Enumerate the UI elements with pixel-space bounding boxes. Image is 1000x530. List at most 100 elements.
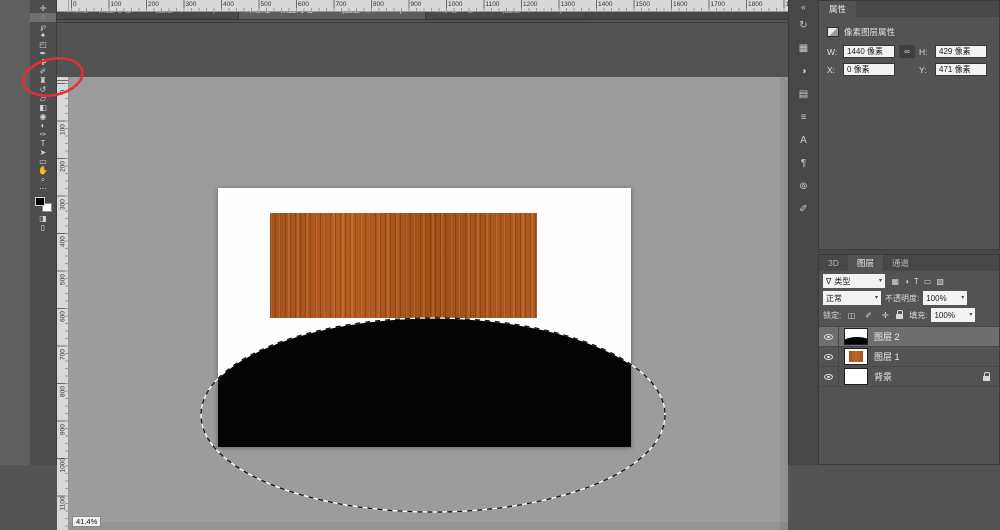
layer-row[interactable]: 背景 (819, 367, 999, 387)
ruler-label: 800 (59, 386, 68, 398)
quick-selection-tool[interactable]: ✦ (30, 31, 56, 40)
fill-dropdown[interactable]: 100% (931, 308, 975, 322)
color-swatches[interactable] (35, 197, 52, 212)
history-brush-tool[interactable]: ↺ (30, 85, 56, 94)
character-panel-icon[interactable]: A (789, 129, 818, 152)
lock-row: 锁定: ◫✐✛ 填充: 100% (823, 308, 995, 322)
tool-bar: ✛◌℘✦◰✒✚✐♜↺▱◧◉◐✑T➤▭✋⌕⋯ ◨▯ (30, 0, 57, 465)
ruler-corner[interactable] (57, 0, 69, 12)
pixel-layer-icon (827, 27, 839, 37)
ruler-label: 1700 (711, 1, 725, 8)
x-field[interactable]: 0 像素 (843, 63, 895, 76)
filter-label: 类型 (834, 275, 850, 288)
dodge-tool[interactable]: ◐ (30, 121, 56, 130)
lock-all-icon[interactable] (896, 314, 903, 319)
filter-type-layers-icon[interactable]: T (914, 277, 919, 286)
move-tool[interactable]: ✛ (30, 4, 56, 13)
ruler-label: 100 (59, 123, 68, 135)
crop-tool[interactable]: ◰ (30, 40, 56, 49)
layer-filter-dropdown[interactable]: ∇ 类型 (823, 274, 885, 288)
edit-toolbar-button[interactable]: ⋯ (30, 184, 56, 193)
ruler-label: 1000 (448, 1, 462, 8)
libraries-panel-icon[interactable]: ≡ (789, 106, 818, 129)
horizontal-scrollbar[interactable] (69, 522, 788, 530)
pen-tool[interactable]: ✑ (30, 130, 56, 139)
link-dimensions-button[interactable]: ∞ (899, 45, 915, 58)
history-panel-icon[interactable]: ↻ (789, 14, 818, 37)
lock-image-pixels-icon[interactable]: ✐ (865, 311, 872, 320)
visibility-toggle[interactable] (819, 327, 839, 347)
blur-tool[interactable]: ◉ (30, 112, 56, 121)
position-row: X: 0 像素 Y: 471 像素 (827, 63, 991, 76)
zoom-level-field[interactable]: 41.4% (72, 516, 101, 527)
h-field[interactable]: 429 像素 (935, 45, 987, 58)
gradient-tool[interactable]: ◧ (30, 103, 56, 112)
paragraph-panel-icon[interactable]: ¶ (789, 152, 818, 175)
adjustments-panel-icon[interactable]: ◑ (789, 60, 818, 83)
elliptical-marquee-tool[interactable]: ◌ (30, 13, 56, 22)
document-canvas[interactable] (218, 188, 631, 447)
filter-shape-layers-icon[interactable]: ▭ (924, 277, 932, 286)
clone-source-panel-icon[interactable]: ⊚ (789, 175, 818, 198)
quick-mask-button[interactable]: ◨ (30, 214, 56, 223)
ruler-label: 1600 (673, 1, 687, 8)
w-field[interactable]: 1440 像素 (843, 45, 895, 58)
hand-tool[interactable]: ✋ (30, 166, 56, 175)
tab-properties[interactable]: 属性 (819, 1, 856, 17)
eye-icon (824, 334, 833, 340)
ruler-label: 1000 (59, 461, 68, 473)
tab-3D[interactable]: 3D (819, 255, 848, 271)
styles-panel-icon[interactable]: ▤ (789, 83, 818, 106)
path-selection-tool[interactable]: ➤ (30, 148, 56, 157)
visibility-toggle[interactable] (819, 367, 839, 387)
layer-name: 图层 2 (874, 330, 900, 343)
vertical-ruler[interactable]: 010020030040050060070080090010001100 (57, 77, 69, 530)
horizontal-ruler[interactable]: 0100200300400500600700800900100011001200… (69, 0, 788, 12)
properties-header-row: 像素图层属性 (827, 26, 991, 38)
lock-icons: ◫ ✐ ✛ (845, 311, 903, 320)
layer-row[interactable]: 图层 1 (819, 347, 999, 367)
swatches-panel-icon[interactable]: ▦ (789, 37, 818, 60)
tool-list: ✛◌℘✦◰✒✚✐♜↺▱◧◉◐✑T➤▭✋⌕⋯ ◨▯ (30, 0, 56, 232)
screen-mode-button[interactable]: ▯ (30, 223, 56, 232)
rectangle-tool[interactable]: ▭ (30, 157, 56, 166)
eraser-tool[interactable]: ▱ (30, 94, 56, 103)
ruler-label: 400 (59, 236, 68, 248)
clone-stamp-tool[interactable]: ♜ (30, 76, 56, 85)
lasso-tool[interactable]: ℘ (30, 22, 56, 31)
filter-smart-objects-icon[interactable]: ▧ (936, 277, 944, 286)
layer-thumbnail[interactable] (844, 328, 868, 345)
brush-tool[interactable]: ✐ (30, 67, 56, 76)
spot-healing-brush-tool[interactable]: ✚ (30, 58, 56, 67)
canvas-area[interactable]: 41.4% (69, 77, 788, 530)
properties-panel: 属性 像素图层属性 W: 1440 像素 ∞ H: 429 像素 X: 0 像素… (818, 0, 1000, 250)
layer-thumbnail[interactable] (844, 348, 868, 365)
collapse-panels-icon[interactable]: « (789, 0, 818, 14)
eye-icon (824, 374, 833, 380)
brush-settings-panel-icon[interactable]: ✐ (789, 198, 818, 221)
vertical-scrollbar[interactable] (780, 77, 788, 530)
filter-pixel-layers-icon[interactable]: ▦ (892, 277, 900, 286)
layer-row[interactable]: 图层 2 (819, 327, 999, 347)
ruler-label: 1200 (523, 1, 537, 8)
eyedropper-tool[interactable]: ✒ (30, 49, 56, 58)
lock-transparent-pixels-icon[interactable]: ◫ (848, 311, 856, 320)
foreground-color-swatch[interactable] (35, 197, 45, 206)
opacity-dropdown[interactable]: 100% (923, 291, 967, 305)
blend-mode-dropdown[interactable]: 正常 (823, 291, 881, 305)
y-field[interactable]: 471 像素 (935, 63, 987, 76)
ruler-label: 400 (223, 1, 234, 8)
layer-thumbnail[interactable] (844, 368, 868, 385)
fill-label: 填充: (909, 310, 927, 321)
ruler-label: 700 (59, 348, 68, 360)
zoom-tool[interactable]: ⌕ (30, 175, 56, 184)
lock-icon (983, 376, 990, 381)
tab-通道[interactable]: 通道 (883, 255, 918, 271)
visibility-toggle[interactable] (819, 347, 839, 367)
ruler-label: 1500 (636, 1, 650, 8)
tab-图层[interactable]: 图层 (848, 255, 883, 271)
lock-position-icon[interactable]: ✛ (882, 311, 889, 320)
filter-adjustment-layers-icon[interactable]: ◑ (904, 277, 909, 286)
ruler-label: 1300 (561, 1, 575, 8)
type-tool[interactable]: T (30, 139, 56, 148)
